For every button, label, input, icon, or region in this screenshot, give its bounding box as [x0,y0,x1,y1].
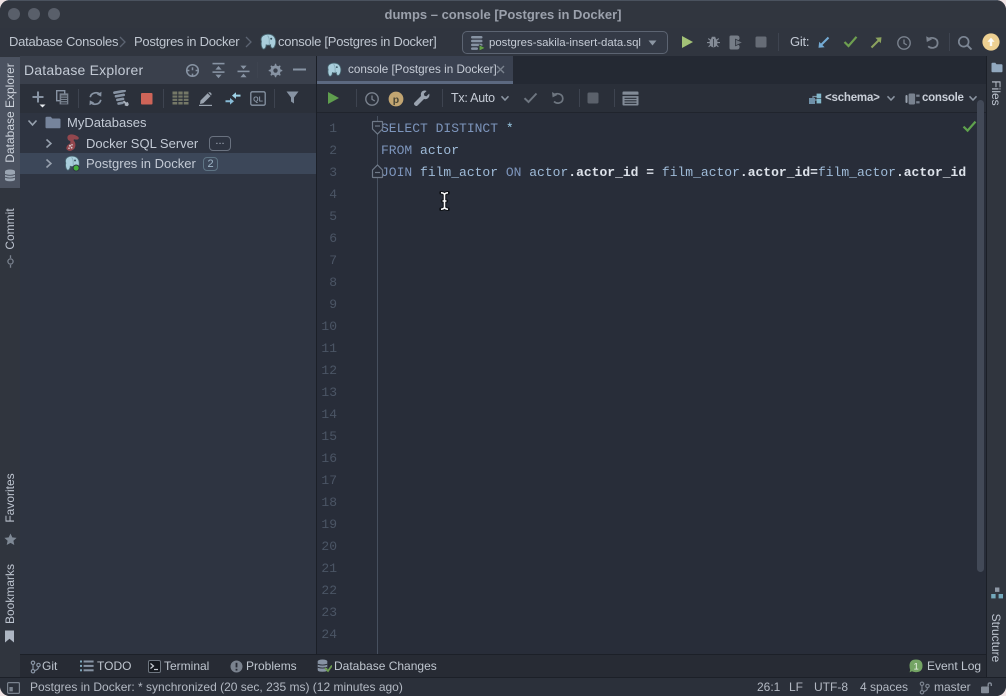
svg-text:p: p [393,94,399,106]
svg-text:1: 1 [914,661,919,672]
svg-text:QL: QL [253,97,263,104]
